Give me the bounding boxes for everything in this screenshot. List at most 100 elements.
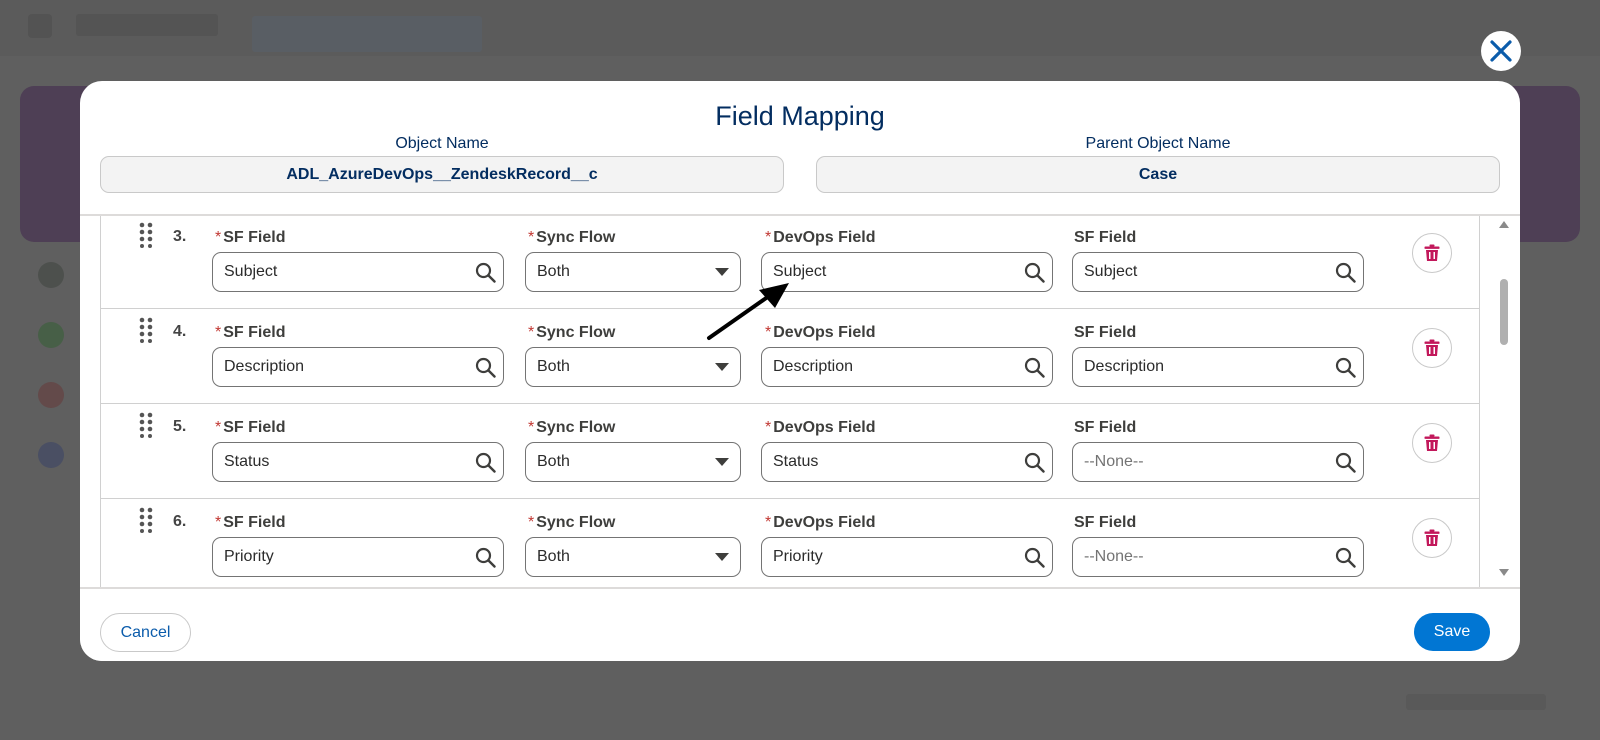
mapping-rows-scroll-area[interactable]: 3. * SF Field Subject * Sync Flow Both * De… xyxy=(80,214,1520,589)
sf-field-secondary-lookup[interactable]: Description xyxy=(1072,347,1364,387)
vertical-scrollbar[interactable] xyxy=(1498,217,1510,587)
sync-flow-label-text: Sync Flow xyxy=(536,324,616,341)
search-icon[interactable] xyxy=(475,357,496,378)
nav-tab-backdrop xyxy=(252,16,482,52)
required-marker: * xyxy=(528,514,535,531)
close-icon xyxy=(1490,40,1512,62)
sf-field-label: * SF Field xyxy=(215,419,285,437)
search-icon[interactable] xyxy=(1024,357,1045,378)
search-icon[interactable] xyxy=(1335,547,1356,568)
sync-flow-select[interactable]: Both xyxy=(525,537,741,577)
sync-flow-value: Both xyxy=(537,358,570,375)
devops-field-value: Subject xyxy=(773,263,827,280)
required-marker: * xyxy=(765,324,772,341)
search-icon[interactable] xyxy=(1024,452,1045,473)
sf-field-value: Subject xyxy=(224,263,278,280)
devops-field-lookup[interactable]: Description xyxy=(761,347,1053,387)
sync-flow-label: * Sync Flow xyxy=(528,229,615,247)
sf-field-lookup[interactable]: Description xyxy=(212,347,504,387)
required-marker: * xyxy=(765,419,772,436)
devops-field-value: Priority xyxy=(773,548,823,565)
sync-flow-select[interactable]: Both xyxy=(525,442,741,482)
sf-field-label-text: SF Field xyxy=(223,324,286,341)
trash-icon xyxy=(1424,244,1440,261)
close-modal-button[interactable] xyxy=(1481,31,1521,71)
cancel-button[interactable]: Cancel xyxy=(100,613,191,652)
row-number: 5. xyxy=(173,418,187,435)
delete-row-button[interactable] xyxy=(1412,518,1452,558)
search-icon[interactable] xyxy=(475,452,496,473)
devops-field-label: * DevOps Field xyxy=(765,419,875,437)
sf-field-label-text: SF Field xyxy=(223,229,286,246)
sf-field-label: * SF Field xyxy=(215,229,285,247)
search-icon[interactable] xyxy=(1024,262,1045,283)
search-icon[interactable] xyxy=(475,547,496,568)
row-number: 3. xyxy=(173,228,187,245)
trash-icon xyxy=(1424,434,1440,451)
sync-flow-label: * Sync Flow xyxy=(528,419,615,437)
devops-field-lookup[interactable]: Status xyxy=(761,442,1053,482)
chevron-down-icon xyxy=(715,363,729,371)
sf-field-secondary-label: SF Field xyxy=(1074,324,1137,341)
sf-field-label: * SF Field xyxy=(215,514,285,532)
sf-field-lookup[interactable]: Priority xyxy=(212,537,504,577)
search-icon[interactable] xyxy=(1335,452,1356,473)
trash-icon xyxy=(1424,529,1440,546)
parent-object-name-field: Case xyxy=(816,156,1500,193)
modal-title: Field Mapping xyxy=(715,101,885,131)
chevron-down-icon xyxy=(715,458,729,466)
required-marker: * xyxy=(528,419,535,436)
search-icon[interactable] xyxy=(475,262,496,283)
sf-field-secondary-value: Subject xyxy=(1084,263,1138,280)
mapping-row: 5. * SF Field Status * Sync Flow Both * Dev… xyxy=(100,404,1480,499)
scrollbar-thumb[interactable] xyxy=(1500,279,1508,345)
sf-field-secondary-value: Description xyxy=(1084,358,1165,375)
save-button[interactable]: Save xyxy=(1414,613,1490,651)
sf-field-secondary-lookup[interactable]: Subject xyxy=(1072,252,1364,292)
drag-handle-icon[interactable] xyxy=(139,222,153,248)
sf-field-label-text: SF Field xyxy=(223,514,286,531)
delete-row-button[interactable] xyxy=(1412,423,1452,463)
delete-row-button[interactable] xyxy=(1412,233,1452,273)
sf-field-secondary-label: SF Field xyxy=(1074,514,1137,531)
devops-field-label-text: DevOps Field xyxy=(773,514,876,531)
search-icon[interactable] xyxy=(1335,357,1356,378)
devops-field-lookup[interactable]: Priority xyxy=(761,537,1053,577)
search-icon[interactable] xyxy=(1335,262,1356,283)
drag-handle-icon[interactable] xyxy=(139,507,153,533)
scroll-down-icon[interactable] xyxy=(1499,569,1509,576)
scroll-up-icon[interactable] xyxy=(1499,221,1509,228)
sync-flow-select[interactable]: Both xyxy=(525,347,741,387)
sync-flow-value: Both xyxy=(537,548,570,565)
devops-field-value: Description xyxy=(773,358,854,375)
sf-field-label: * SF Field xyxy=(215,324,285,342)
sf-field-secondary-lookup[interactable]: --None-- xyxy=(1072,537,1364,577)
row-number: 6. xyxy=(173,513,187,530)
devops-field-label-text: DevOps Field xyxy=(773,324,876,341)
delete-row-button[interactable] xyxy=(1412,328,1452,368)
sf-field-secondary-value: --None-- xyxy=(1084,453,1144,470)
required-marker: * xyxy=(215,514,222,531)
drag-handle-icon[interactable] xyxy=(139,317,153,343)
sf-field-lookup[interactable]: Status xyxy=(212,442,504,482)
search-icon[interactable] xyxy=(1024,547,1045,568)
sf-field-secondary-value: --None-- xyxy=(1084,548,1144,565)
app-name-backdrop xyxy=(76,14,218,36)
required-marker: * xyxy=(765,514,772,531)
sf-field-secondary-lookup[interactable]: --None-- xyxy=(1072,442,1364,482)
required-marker: * xyxy=(215,419,222,436)
mapping-row: 4. * SF Field Description * Sync Flow Both… xyxy=(100,309,1480,404)
devops-field-label-text: DevOps Field xyxy=(773,419,876,436)
drag-handle-icon[interactable] xyxy=(139,412,153,438)
required-marker: * xyxy=(528,324,535,341)
devops-field-lookup[interactable]: Subject xyxy=(761,252,1053,292)
sidebar-icon-backdrop xyxy=(38,442,64,468)
sf-field-lookup[interactable]: Subject xyxy=(212,252,504,292)
parent-object-name-label: Parent Object Name xyxy=(1085,135,1231,152)
sync-flow-select[interactable]: Both xyxy=(525,252,741,292)
sf-field-value: Status xyxy=(224,453,270,470)
sf-field-label-text: SF Field xyxy=(223,419,286,436)
trash-icon xyxy=(1424,339,1440,356)
object-name-label: Object Name xyxy=(395,135,489,152)
row-number: 4. xyxy=(173,323,187,340)
